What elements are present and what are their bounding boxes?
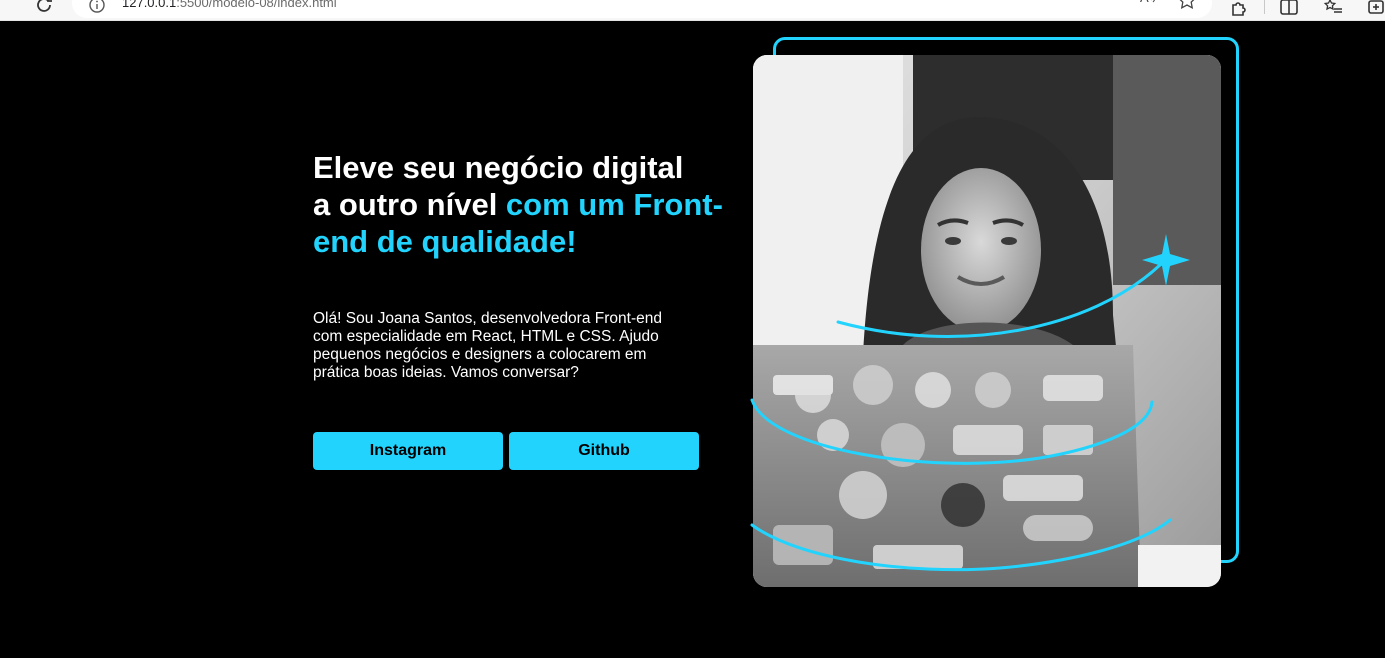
hero-description: Olá! Sou Joana Santos, desenvolvedora Fr… [313,310,662,381]
collections-icon[interactable] [1365,0,1385,19]
url-host: 127.0.0.1 [122,0,177,10]
url-path: :5500/modelo-08/index.html [176,0,337,10]
hero-title-line2: a outro nível [313,187,506,222]
url-text[interactable]: 127.0.0.1:5500/modelo-08/index.html [122,0,337,9]
split-screen-icon[interactable] [1278,0,1300,19]
star-icon[interactable] [1177,0,1197,9]
instagram-button[interactable]: Instagram [313,432,503,470]
toolbar-divider [1264,0,1265,14]
woman-with-laptop-photo [753,55,1221,587]
github-button[interactable]: Github [509,432,699,470]
extensions-icon[interactable] [1228,0,1250,19]
reload-icon[interactable] [33,0,55,16]
read-aloud-icon[interactable]: A [1138,0,1160,9]
info-icon[interactable] [88,0,106,14]
hero-title-line1: Eleve seu negócio digital [313,150,684,185]
favorites-icon[interactable] [1322,0,1344,19]
hero-title: Eleve seu negócio digital a outro nível c… [313,149,733,260]
address-bar[interactable]: 127.0.0.1:5500/modelo-08/index.html A [72,0,1212,18]
svg-text:A: A [1140,0,1149,5]
browser-toolbar: 127.0.0.1:5500/modelo-08/index.html A [0,0,1385,21]
hero-photo [753,55,1221,587]
